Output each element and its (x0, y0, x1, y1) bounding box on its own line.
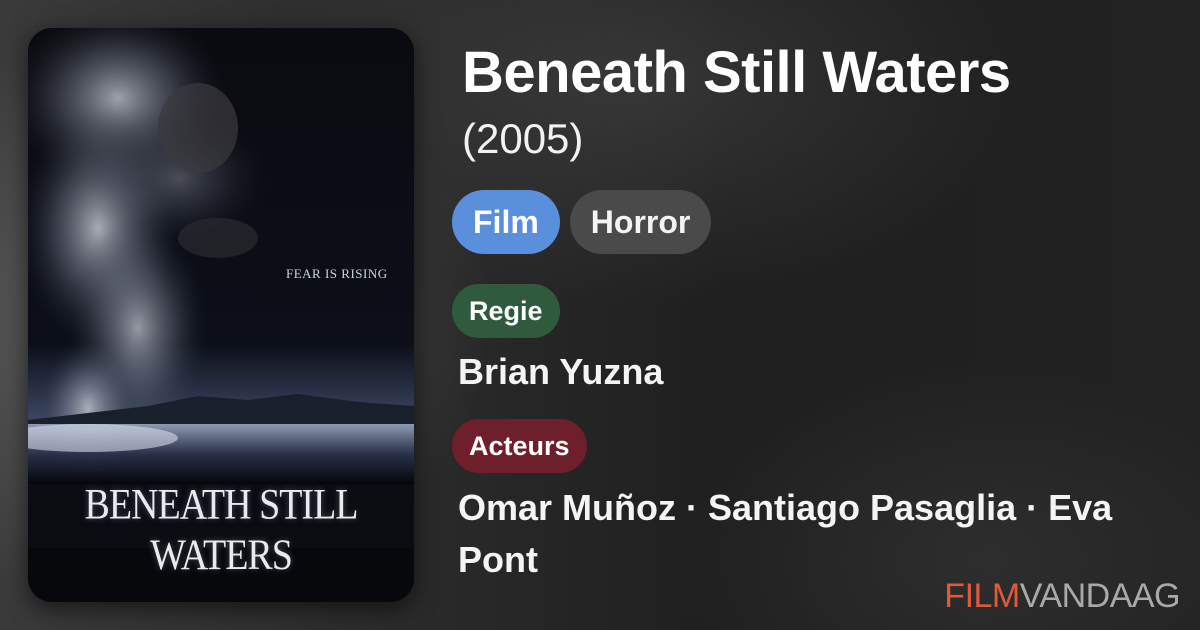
poster-title: BENEATH STILL WATERS (84, 480, 358, 580)
cast-names: Omar Muñoz · Santiago Pasaglia · Eva Pon… (458, 487, 1113, 580)
movie-poster: FEAR IS RISING BENEATH STILL WATERS (28, 28, 414, 602)
brand-logo-part2: VANDAAG (1019, 577, 1181, 615)
movie-year: (2005) (462, 115, 584, 162)
cast-label: Acteurs (452, 419, 587, 473)
poster-tagline: FEAR IS RISING (286, 266, 388, 281)
brand-logo-part1: FILM (944, 577, 1020, 615)
tag-list: Film Horror (452, 190, 712, 254)
movie-title: Beneath Still Waters (462, 40, 1011, 105)
share-card: FEAR IS RISING BENEATH STILL WATERS Bene… (0, 0, 1200, 630)
type-tag: Film (452, 190, 560, 254)
brand-logo: FILMVANDAAG (944, 576, 1180, 616)
genre-tag: Horror (569, 190, 712, 254)
director-name: Brian Yuzna (458, 351, 664, 392)
director-label: Regie (452, 284, 560, 338)
